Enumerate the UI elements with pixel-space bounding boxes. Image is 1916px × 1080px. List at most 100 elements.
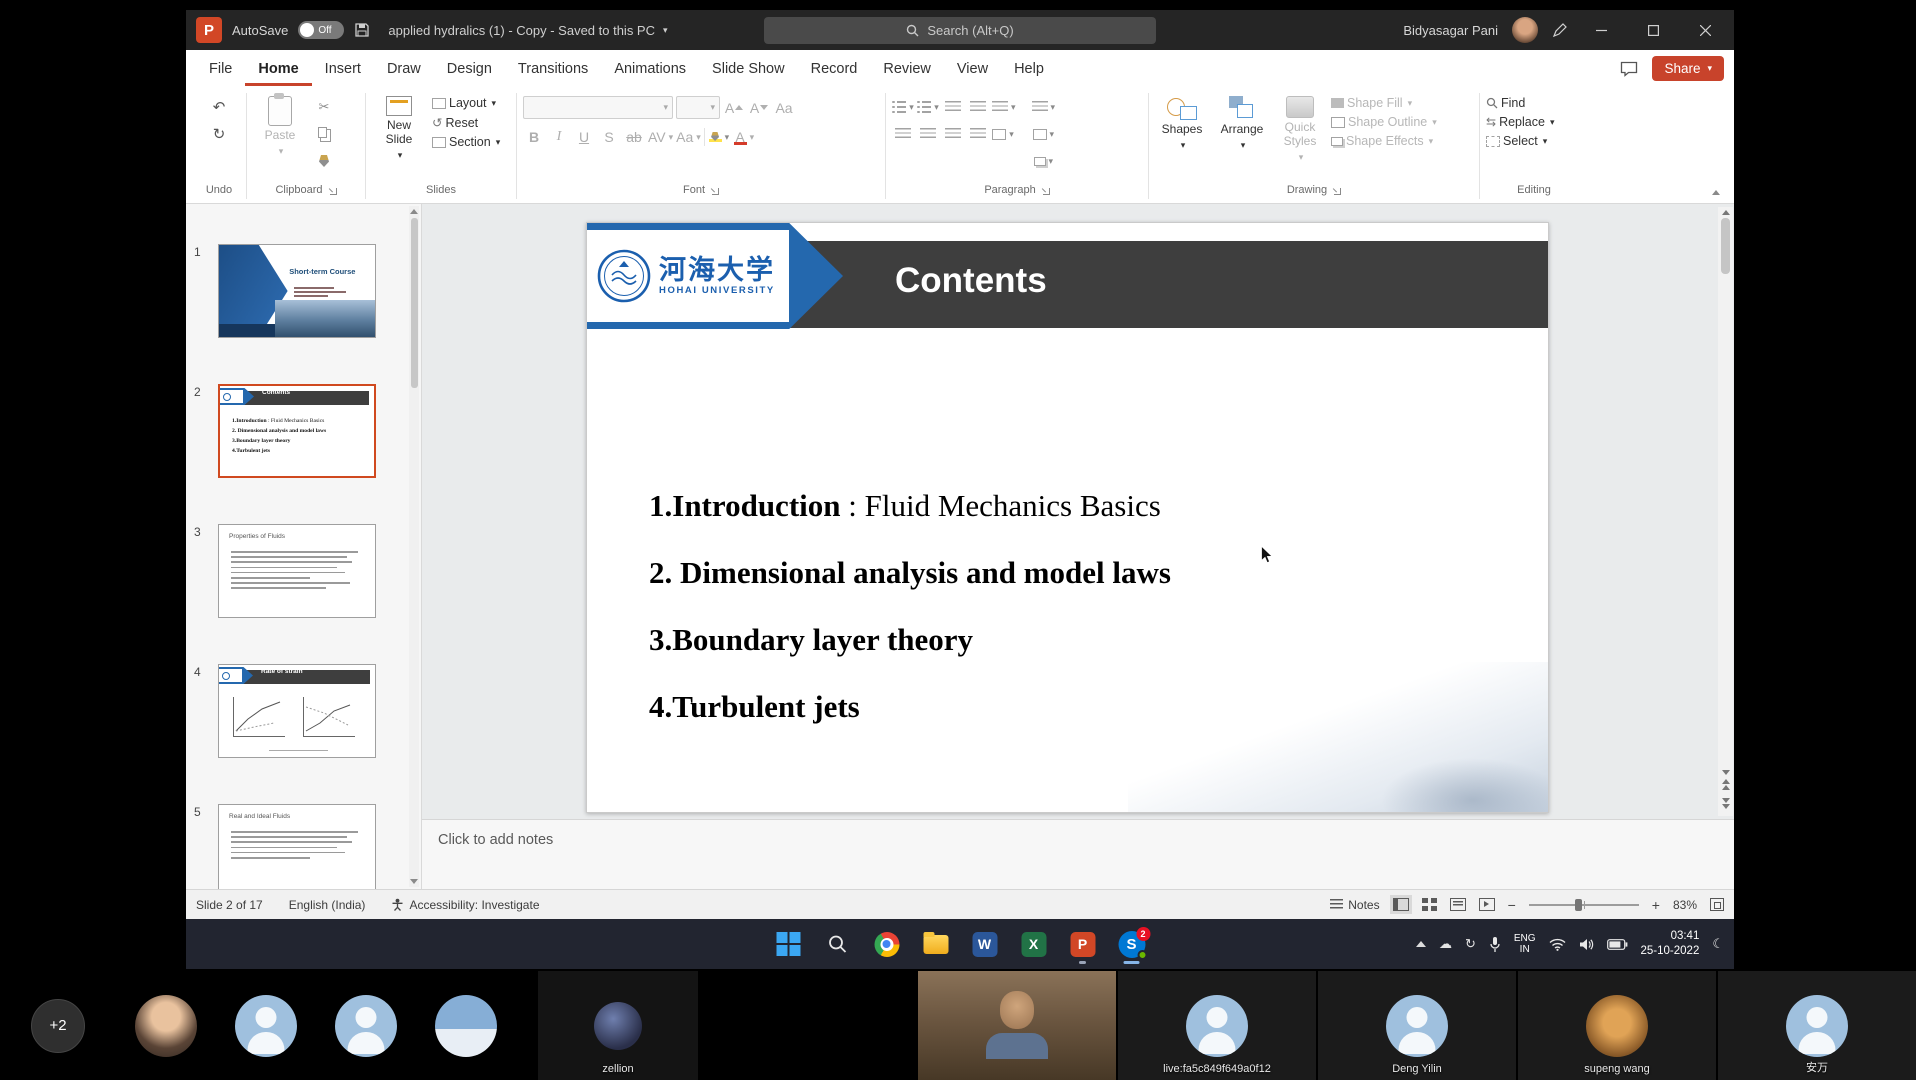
align-center-button[interactable] <box>917 123 939 145</box>
participant-tile[interactable]: 安万 <box>1718 971 1916 1080</box>
layout-button[interactable]: Layout <box>432 96 500 110</box>
overflow-participants-badge[interactable]: +2 <box>0 971 116 1080</box>
scroll-up-arrow[interactable] <box>410 209 418 214</box>
scrollbar-thumb[interactable] <box>411 218 418 388</box>
tab-view[interactable]: View <box>944 52 1001 86</box>
decrease-indent-button[interactable] <box>942 96 964 118</box>
word-taskbar-icon[interactable]: W <box>970 922 1000 966</box>
shrink-font-button[interactable]: A <box>748 97 770 119</box>
scroll-down-arrow[interactable] <box>410 879 418 884</box>
notes-pane[interactable]: Click to add notes <box>422 819 1734 889</box>
thumbnail-frame[interactable]: Properties of Fluids <box>218 524 376 618</box>
align-text-button[interactable] <box>1032 123 1056 145</box>
wifi-icon[interactable] <box>1549 938 1566 951</box>
thumbnail-frame[interactable]: Contents 1.Introduction : Fluid Mechanic… <box>218 384 376 478</box>
tray-overflow-chevron[interactable] <box>1416 941 1426 947</box>
zoom-out-button[interactable]: − <box>1508 897 1516 913</box>
reading-view-button[interactable] <box>1450 898 1466 911</box>
slide-thumbnail-2-selected[interactable]: 2 Contents 1.Introduction : Fluid Mechan… <box>194 384 376 478</box>
drawing-dialog-launcher[interactable] <box>1332 186 1341 195</box>
align-left-button[interactable] <box>892 123 914 145</box>
shape-effects-button[interactable]: Shape Effects <box>1331 134 1437 148</box>
redo-button[interactable]: ↻ <box>198 123 240 145</box>
save-icon[interactable] <box>354 22 370 38</box>
line-spacing-button[interactable] <box>992 96 1016 118</box>
tab-insert[interactable]: Insert <box>312 52 374 86</box>
select-button[interactable]: Select <box>1486 134 1582 148</box>
collapse-ribbon-button[interactable] <box>1712 190 1720 195</box>
shape-outline-button[interactable]: Shape Outline <box>1331 115 1437 129</box>
bullets-button[interactable] <box>892 96 914 118</box>
language-indicator[interactable]: English (India) <box>289 898 366 912</box>
change-case-button[interactable]: Aa <box>676 126 701 148</box>
tab-slide-show[interactable]: Slide Show <box>699 52 798 86</box>
skype-taskbar-icon[interactable]: S 2 <box>1117 922 1147 966</box>
copy-button[interactable] <box>313 123 335 145</box>
powerpoint-app-icon[interactable]: P <box>196 17 222 43</box>
tab-record[interactable]: Record <box>798 52 871 86</box>
arrange-button[interactable]: Arrange <box>1215 93 1269 153</box>
font-name-combo[interactable] <box>523 96 673 119</box>
normal-view-button[interactable] <box>1393 898 1409 911</box>
participant-avatar[interactable] <box>216 971 316 1080</box>
taskbar-search-button[interactable] <box>823 922 853 966</box>
start-button[interactable] <box>774 922 804 966</box>
document-title[interactable]: applied hydralics (1) - Copy - Saved to … <box>388 23 667 38</box>
sync-icon[interactable]: ↻ <box>1465 936 1476 952</box>
onedrive-cloud-icon[interactable]: ☁ <box>1439 936 1452 952</box>
thumbnail-frame[interactable]: Real and Ideal Fluids <box>218 804 376 889</box>
format-painter-button[interactable] <box>313 150 335 172</box>
next-slide-button[interactable] <box>1722 794 1730 813</box>
powerpoint-taskbar-icon[interactable]: P <box>1068 922 1098 966</box>
participant-tile[interactable]: live:fa5c849f649a0f12 <box>1118 971 1316 1080</box>
do-not-disturb-moon-icon[interactable]: ☾ <box>1712 936 1724 952</box>
clipboard-dialog-launcher[interactable] <box>328 186 337 195</box>
user-avatar[interactable] <box>1512 17 1538 43</box>
shape-fill-button[interactable]: Shape Fill <box>1331 96 1437 110</box>
slide-header-title[interactable]: Contents <box>895 261 1047 301</box>
previous-slide-button[interactable] <box>1722 775 1730 794</box>
text-direction-button[interactable] <box>1032 96 1056 118</box>
slide-scrollbar[interactable] <box>1718 207 1733 816</box>
highlight-color-button[interactable] <box>708 126 730 148</box>
comments-icon[interactable] <box>1620 61 1638 77</box>
chrome-taskbar-icon[interactable] <box>872 922 902 966</box>
microphone-icon[interactable] <box>1489 936 1501 953</box>
minimize-button[interactable] <box>1582 10 1620 50</box>
numbering-button[interactable] <box>917 96 939 118</box>
participant-tile[interactable]: Deng Yilin <box>1318 971 1516 1080</box>
participant-avatar[interactable] <box>416 971 516 1080</box>
slide-thumbnail-4[interactable]: 4 Rate of strain <box>194 664 376 758</box>
participant-avatar[interactable] <box>316 971 416 1080</box>
thumbnail-frame[interactable]: Short-term Course <box>218 244 376 338</box>
notes-toggle-button[interactable]: Notes <box>1330 898 1379 912</box>
find-button[interactable]: Find <box>1486 96 1582 110</box>
autosave-toggle[interactable]: Off <box>298 21 344 39</box>
section-button[interactable]: Section <box>432 135 500 149</box>
accessibility-status[interactable]: Accessibility: Investigate <box>391 898 539 912</box>
convert-smartart-button[interactable] <box>1032 150 1056 172</box>
columns-button[interactable] <box>992 123 1014 145</box>
thumbnails-scrollbar[interactable] <box>409 206 419 887</box>
share-button[interactable]: Share <box>1652 56 1724 81</box>
scroll-up-arrow[interactable] <box>1722 210 1730 215</box>
reset-button[interactable]: ↺Reset <box>432 115 500 130</box>
text-shadow-button[interactable]: S <box>598 126 620 148</box>
paragraph-dialog-launcher[interactable] <box>1041 186 1050 195</box>
zoom-level[interactable]: 83% <box>1673 898 1697 912</box>
participant-tile-zellion[interactable]: zellion <box>538 971 698 1080</box>
clock[interactable]: 03:4125-10-2022 <box>1641 929 1700 959</box>
tab-review[interactable]: Review <box>870 52 944 86</box>
font-dialog-launcher[interactable] <box>710 186 719 195</box>
new-slide-button[interactable]: New Slide <box>372 93 426 163</box>
replace-button[interactable]: ⇆Replace <box>1486 115 1582 129</box>
fit-slide-button[interactable] <box>1710 898 1724 911</box>
increase-indent-button[interactable] <box>967 96 989 118</box>
ink-pen-icon[interactable] <box>1552 22 1568 38</box>
grow-font-button[interactable]: A <box>723 97 745 119</box>
slide-body-text[interactable]: 1.Introduction : Fluid Mechanics Basics … <box>649 488 1171 756</box>
slide-thumbnail-3[interactable]: 3 Properties of Fluids <box>194 524 376 618</box>
participant-video-tile[interactable] <box>918 971 1116 1080</box>
slide-thumbnail-1[interactable]: 1 Short-term Course <box>194 244 376 338</box>
slideshow-view-button[interactable] <box>1479 898 1495 911</box>
